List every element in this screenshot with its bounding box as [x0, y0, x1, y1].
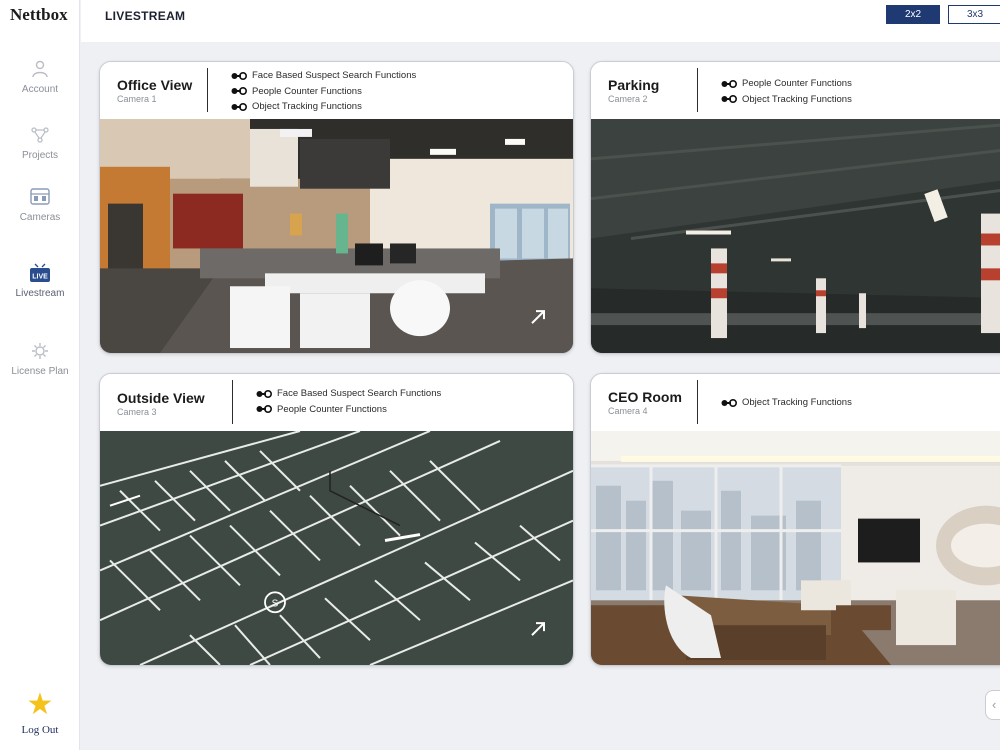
header: LIVESTREAM 2x2 3x3 [81, 0, 1000, 42]
camera-card-header: Parking Camera 2 People Counter Function… [591, 62, 1000, 119]
feature-item: People Counter Functions [721, 76, 852, 92]
star-icon: ★ [26, 688, 54, 721]
logout-button[interactable]: ★ Log Out [0, 688, 80, 737]
camera-id: Camera 1 [117, 94, 157, 104]
camera-name: Outside View [117, 390, 205, 406]
sidebar-item-label: License Plan [11, 366, 69, 377]
camera-id: Camera 3 [117, 407, 157, 417]
camera-name: Parking [608, 77, 660, 93]
feature-toggle-icon [256, 405, 272, 414]
feature-toggle-icon [721, 79, 737, 88]
divider [207, 68, 208, 112]
divider [697, 380, 698, 424]
chevron-left-icon: ‹ [992, 697, 997, 712]
feature-toggle-icon [231, 87, 247, 96]
sidebar-item-projects[interactable]: Projects [0, 124, 80, 161]
camera-card-header: Outside View Camera 3 Face Based Suspect… [100, 374, 573, 431]
feature-toggle-icon [231, 102, 247, 111]
user-icon [32, 60, 48, 78]
live-badge: LIVE [32, 274, 48, 281]
camera-card-ceo-room[interactable]: CEO Room Camera 4 Object Tracking Functi… [590, 373, 1000, 666]
next-page-button[interactable]: ‹ [985, 690, 1000, 720]
feature-label: Object Tracking Functions [742, 397, 852, 409]
camera-feed-outside[interactable]: S [100, 431, 573, 665]
camera-icon [30, 188, 50, 205]
feature-item: Object Tracking Functions [721, 92, 852, 108]
camera-card-header: Office View Camera 1 Face Based Suspect … [100, 62, 573, 119]
office-feed-image [100, 119, 573, 353]
camera-name: CEO Room [608, 389, 682, 405]
feature-item: Object Tracking Functions [231, 99, 416, 115]
camera-feed-parking[interactable] [591, 119, 1000, 353]
camera-card-parking[interactable]: Parking Camera 2 People Counter Function… [590, 61, 1000, 354]
projects-icon [31, 127, 49, 143]
camera-feed-ceo-room[interactable] [591, 431, 1000, 665]
feature-item: Face Based Suspect Search Functions [231, 68, 416, 84]
page-title: LIVESTREAM [105, 9, 186, 23]
feature-item: People Counter Functions [256, 402, 441, 418]
feature-item: Object Tracking Functions [721, 395, 852, 411]
sidebar-item-account[interactable]: Account [0, 58, 80, 95]
divider [697, 68, 698, 112]
sidebar-item-label: Account [21, 84, 59, 95]
sidebar-item-cameras[interactable]: Cameras [0, 186, 80, 223]
feature-toggle-icon [231, 71, 247, 80]
logout-label: Log Out [21, 724, 59, 736]
feature-label: People Counter Functions [252, 85, 362, 97]
camera-name: Office View [117, 77, 193, 93]
feature-label: Object Tracking Functions [252, 101, 362, 113]
ceo-room-feed-image [591, 431, 1000, 665]
layout-3x3-button[interactable]: 3x3 [948, 5, 1000, 24]
feature-toggle-icon [721, 95, 737, 104]
camera-card-header: CEO Room Camera 4 Object Tracking Functi… [591, 374, 1000, 431]
feature-label: Face Based Suspect Search Functions [277, 388, 442, 400]
sidebar-item-label: Cameras [19, 212, 61, 223]
feature-toggle-icon [256, 389, 272, 398]
feature-toggle-icon [721, 398, 737, 407]
divider [232, 380, 233, 424]
gear-icon [32, 343, 48, 359]
svg-text:S: S [272, 598, 279, 609]
feature-label: Face Based Suspect Search Functions [252, 70, 417, 82]
feature-item: Face Based Suspect Search Functions [256, 386, 441, 402]
feature-label: People Counter Functions [742, 78, 852, 90]
sidebar-item-license-plan[interactable]: License Plan [0, 340, 80, 377]
feature-list: People Counter Functions Object Tracking… [721, 76, 852, 107]
sidebar-item-label: Projects [21, 150, 59, 161]
camera-id: Camera 2 [608, 94, 648, 104]
brand-logo: Nettbox [10, 5, 68, 24]
sidebar-item-label: Livestream [15, 288, 65, 299]
feature-item: People Counter Functions [231, 84, 416, 100]
feature-label: People Counter Functions [277, 403, 387, 415]
camera-id: Camera 4 [608, 406, 648, 416]
feature-list: Object Tracking Functions [721, 395, 852, 411]
camera-card-outside-view[interactable]: Outside View Camera 3 Face Based Suspect… [99, 373, 574, 666]
feature-list: Face Based Suspect Search Functions Peop… [231, 68, 416, 115]
feature-label: Object Tracking Functions [742, 93, 852, 105]
outside-feed-image: S [100, 431, 573, 665]
layout-2x2-button[interactable]: 2x2 [886, 5, 940, 24]
feature-list: Face Based Suspect Search Functions Peop… [256, 386, 441, 417]
parking-feed-image [591, 119, 1000, 353]
sidebar: Nettbox Account Projects Cameras LIVE Li… [0, 0, 80, 750]
camera-feed-office[interactable] [100, 119, 573, 353]
sidebar-item-livestream[interactable]: LIVE Livestream [0, 262, 80, 299]
camera-card-office-view[interactable]: Office View Camera 1 Face Based Suspect … [99, 61, 574, 354]
live-icon: LIVE [30, 263, 50, 282]
